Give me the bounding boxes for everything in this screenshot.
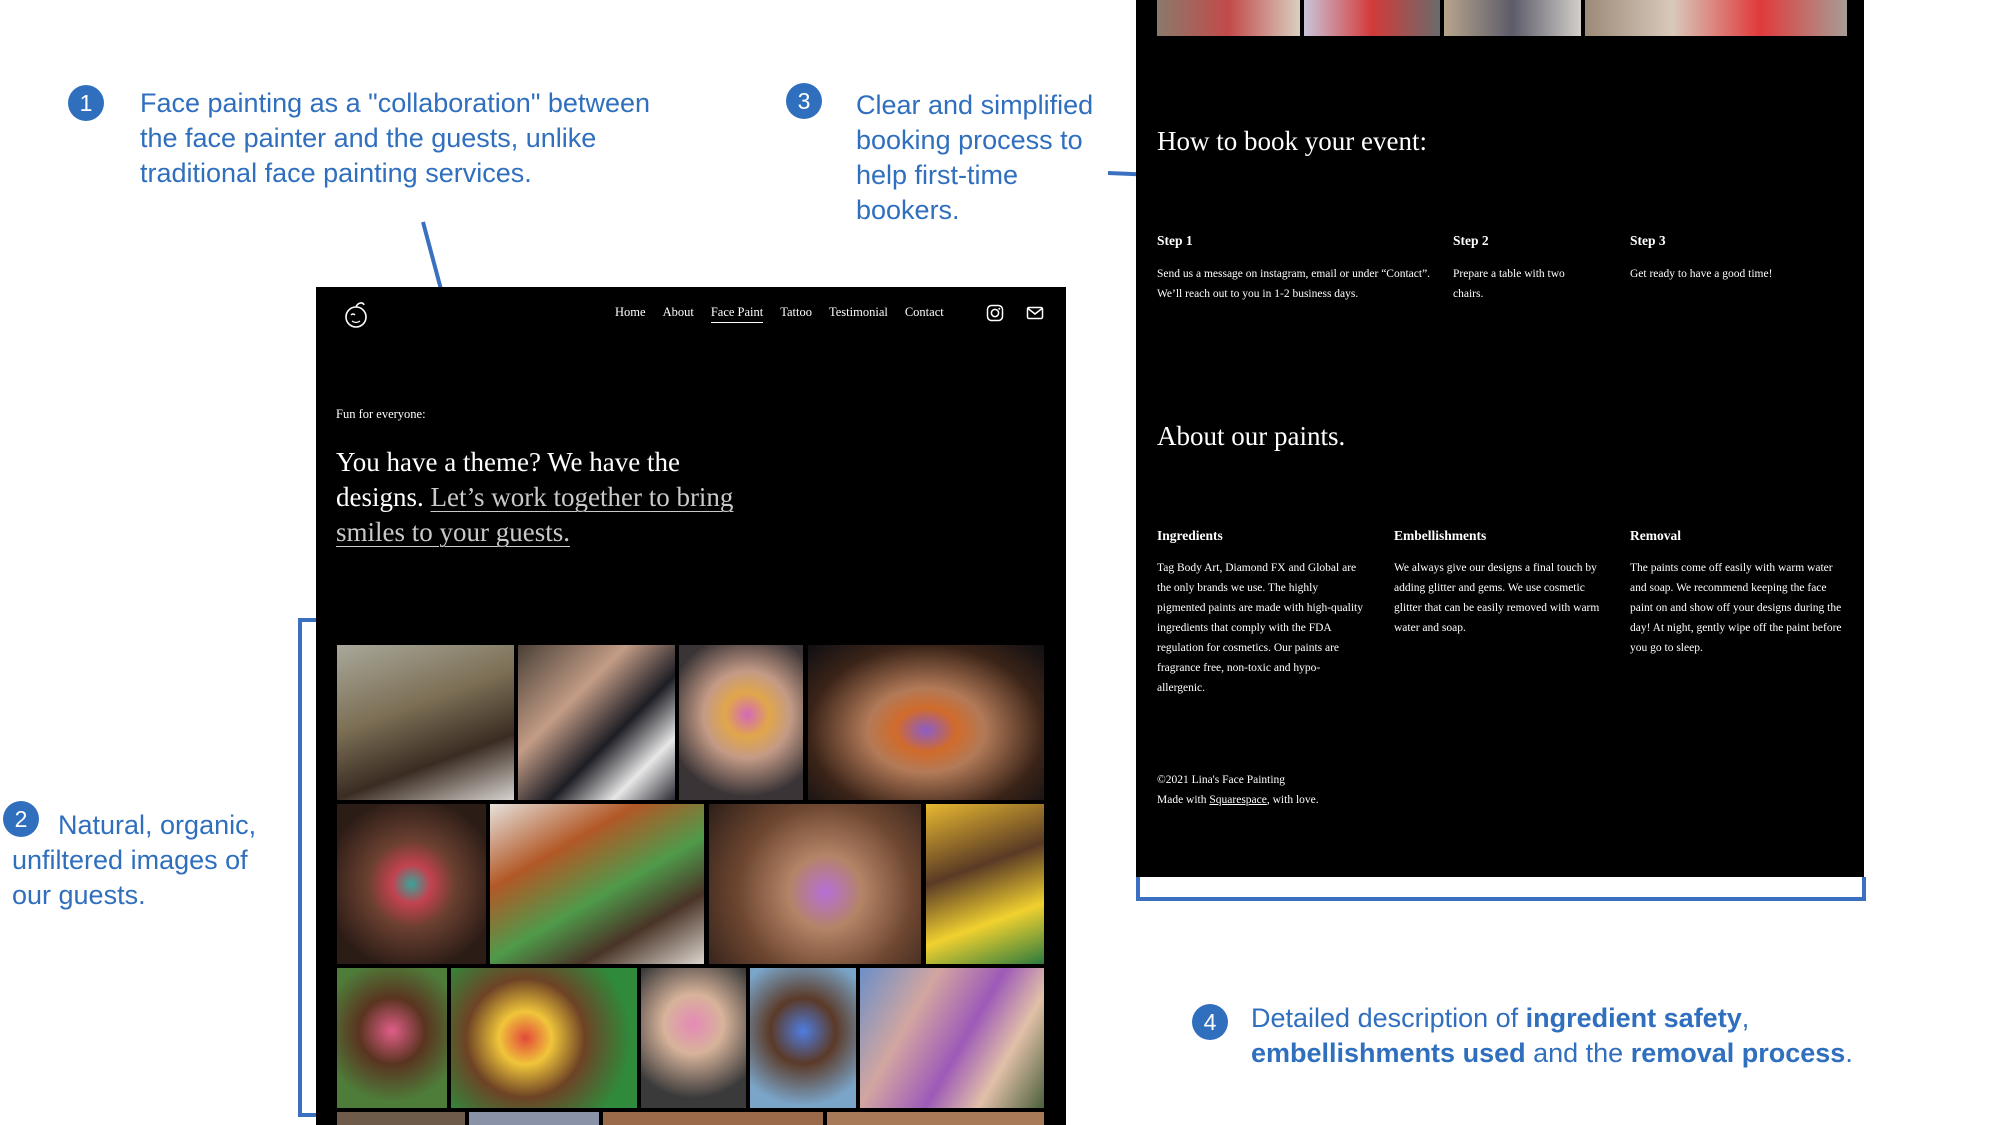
footer: ©2021 Lina's Face Painting Made with Squ… (1157, 770, 1557, 810)
gallery-photo[interactable] (490, 804, 704, 964)
footer-copyright: ©2021 Lina's Face Painting (1157, 774, 1286, 786)
gallery-photo[interactable] (827, 1112, 1044, 1125)
bracket-2 (298, 618, 316, 1117)
instagram-icon[interactable] (986, 304, 1004, 322)
gallery-photo[interactable] (709, 804, 921, 964)
step-2-body: Prepare a table with two chairs. (1453, 268, 1565, 300)
main-nav: Home About Face Paint Tattoo Testimonial… (615, 305, 944, 323)
embellishments-body: We always give our designs a final touch… (1394, 562, 1600, 634)
gallery-photo[interactable] (641, 968, 746, 1108)
logo-icon[interactable] (340, 299, 372, 331)
step-3-title: Step 3 (1630, 233, 1666, 248)
gallery-photo[interactable] (1157, 0, 1300, 36)
gallery-photo[interactable] (337, 1112, 465, 1125)
step-2-title: Step 2 (1453, 233, 1489, 248)
nav-about[interactable]: About (663, 305, 694, 323)
gallery-photo[interactable] (808, 645, 1044, 800)
gallery-photo[interactable] (337, 645, 514, 800)
gallery-photo[interactable] (860, 968, 1044, 1108)
ingredients-title: Ingredients (1157, 528, 1223, 543)
booking-info-page-screenshot: How to book your event: Step 1 Send us a… (1136, 0, 1864, 877)
gallery-photo[interactable] (1585, 0, 1847, 36)
gallery-photo[interactable] (926, 804, 1044, 964)
nav-testimonial[interactable]: Testimonial (829, 305, 888, 323)
gallery-photo[interactable] (337, 968, 447, 1108)
footer-made-with: Made with Squarespace, with love. (1157, 794, 1319, 806)
step-1-title: Step 1 (1157, 233, 1193, 248)
paints-title: About our paints. (1157, 421, 1346, 451)
gallery-photo[interactable] (469, 1112, 599, 1125)
page-frame-bottom (1136, 877, 1866, 901)
booking-title: How to book your event: (1157, 126, 1427, 156)
nav-home[interactable]: Home (615, 305, 646, 323)
removal-body: The paints come off easily with warm wat… (1630, 562, 1842, 654)
email-icon[interactable] (1026, 304, 1044, 322)
step-3-body: Get ready to have a good time! (1630, 268, 1773, 280)
gallery-photo[interactable] (750, 968, 856, 1108)
gallery-photo[interactable] (1304, 0, 1440, 36)
face-paint-page-screenshot: Home About Face Paint Tattoo Testimonial… (316, 287, 1066, 1125)
nav-contact[interactable]: Contact (905, 305, 944, 323)
kicker-text: Fun for everyone: (336, 407, 426, 421)
squarespace-link[interactable]: Squarespace (1209, 794, 1266, 806)
gallery-photo[interactable] (451, 968, 637, 1108)
removal-title: Removal (1630, 528, 1681, 543)
embellishments-title: Embellishments (1394, 528, 1487, 543)
ingredients-body: Tag Body Art, Diamond FX and Global are … (1157, 562, 1363, 694)
page-headline: You have a theme? We have the designs. L… (336, 447, 734, 547)
gallery-photo[interactable] (679, 645, 803, 800)
gallery-photo[interactable] (603, 1112, 823, 1125)
gallery-photo[interactable] (1444, 0, 1581, 36)
nav-face-paint[interactable]: Face Paint (710, 305, 764, 323)
nav-tattoo[interactable]: Tattoo (780, 305, 812, 323)
step-1-body: Send us a message on instagram, email or… (1157, 268, 1431, 300)
gallery-photo[interactable] (518, 645, 675, 800)
gallery-photo[interactable] (337, 804, 486, 964)
